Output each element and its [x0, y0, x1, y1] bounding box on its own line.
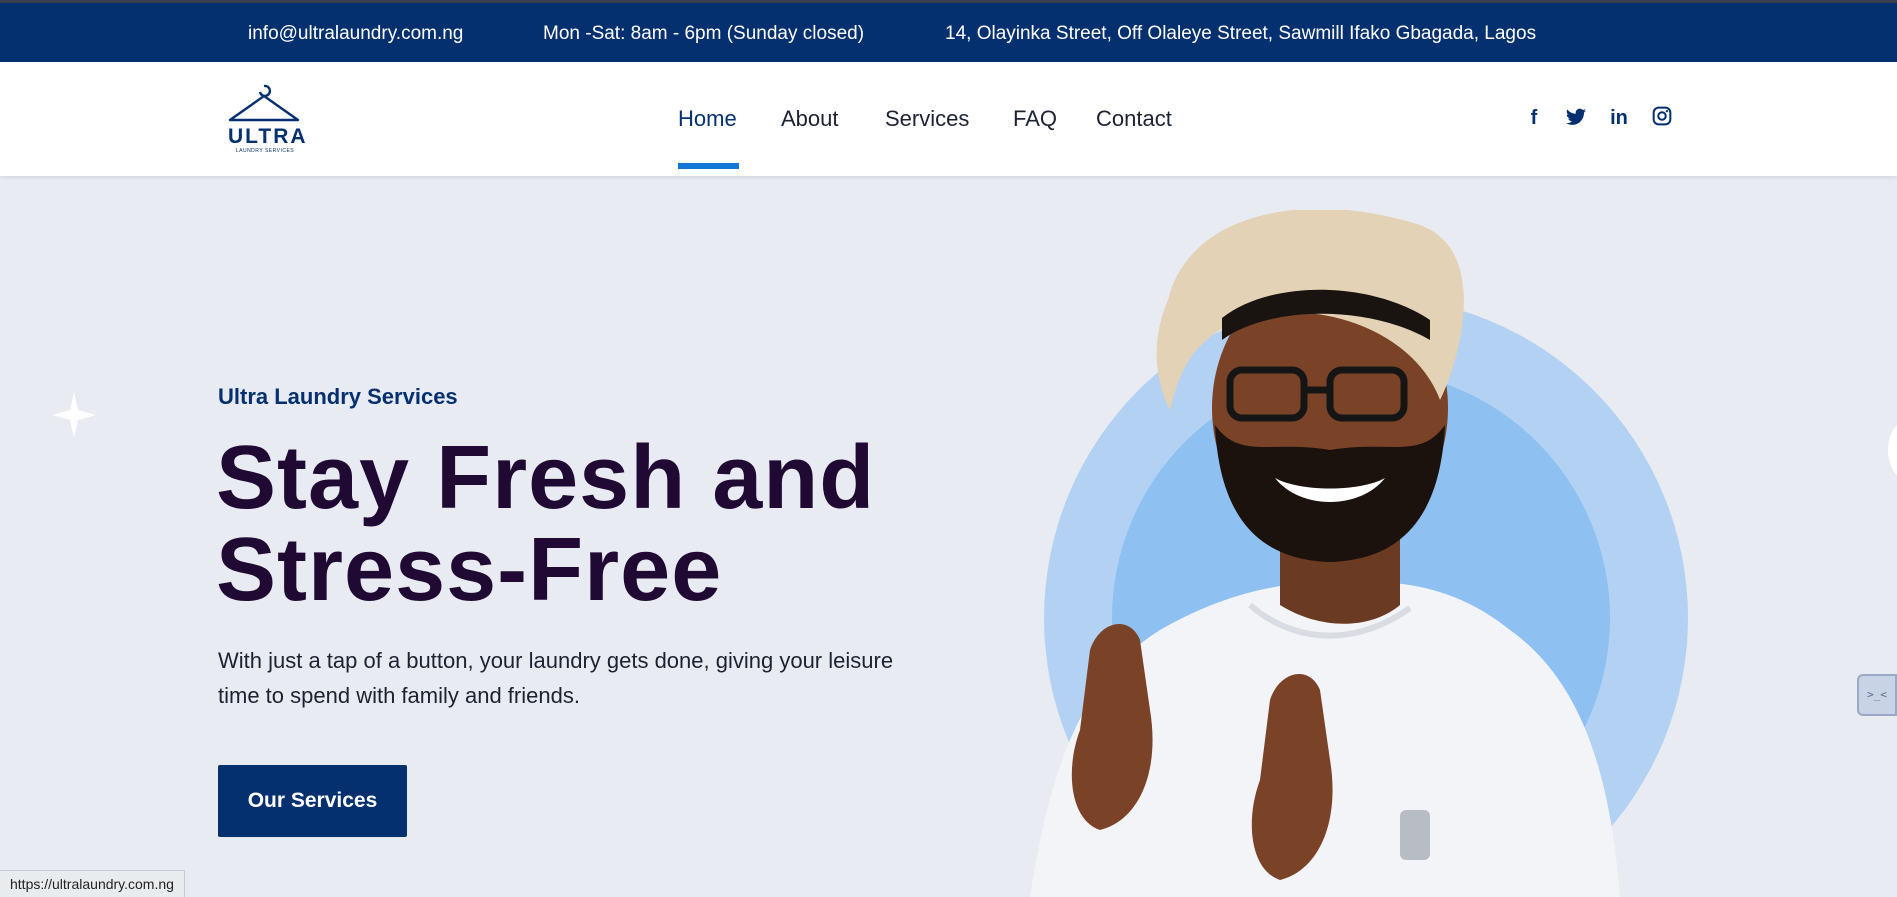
contact-email[interactable]: info@ultralaundry.com.ng: [248, 23, 463, 45]
business-address: 14, Olayinka Street, Off Olaleye Street,…: [945, 23, 1537, 44]
status-bar-url: https://ultralaundry.com.ng: [0, 870, 185, 897]
business-hours: Mon -Sat: 8am - 6pm (Sunday closed): [543, 23, 865, 44]
hero-description: With just a tap of a button, your laundr…: [218, 648, 894, 708]
active-nav-indicator: [678, 163, 739, 169]
hero-title-line-2: Stress-Free: [216, 520, 723, 620]
facebook-icon[interactable]: f: [1522, 106, 1546, 130]
hero-title: Stay Fresh and Stress-Free: [216, 432, 976, 616]
top-info-bar: info@ultralaundry.com.ng Mon -Sat: 8am -…: [0, 0, 1897, 62]
site-logo[interactable]: ULTRA LAUNDRY SERVICES: [226, 82, 308, 158]
site-header: ULTRA LAUNDRY SERVICES Home About Servic…: [0, 62, 1897, 176]
nav-item-home[interactable]: Home: [678, 106, 737, 132]
nav-item-services[interactable]: Services: [885, 106, 969, 132]
our-services-button[interactable]: Our Services: [218, 765, 407, 837]
sparkle-icon: [52, 392, 96, 438]
hero-image: [1030, 210, 1688, 897]
logo-wordmark: ULTRA: [228, 125, 308, 148]
nav-item-contact[interactable]: Contact: [1096, 106, 1172, 132]
carousel-edge[interactable]: [1888, 420, 1897, 480]
nav-item-about[interactable]: About: [781, 106, 839, 132]
hero-title-line-1: Stay Fresh and: [216, 428, 876, 528]
logo-tagline: LAUNDRY SERVICES: [235, 148, 295, 154]
hero-subtitle: Ultra Laundry Services: [218, 384, 458, 409]
instagram-icon[interactable]: [1650, 106, 1674, 130]
nav-item-faq[interactable]: FAQ: [1013, 106, 1057, 132]
extension-widget[interactable]: >_<: [1857, 674, 1897, 716]
linkedin-icon[interactable]: in: [1607, 106, 1631, 130]
twitter-icon[interactable]: [1564, 106, 1588, 130]
